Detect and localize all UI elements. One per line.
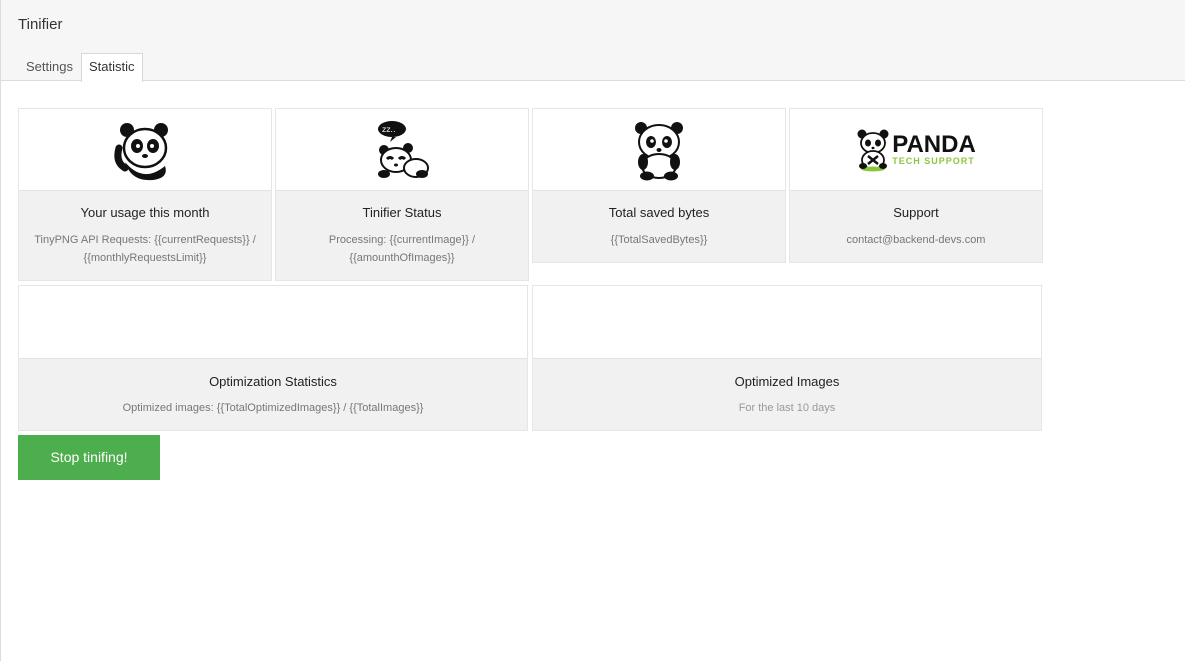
panda-tech-support-logo: PANDA TECH SUPPORT xyxy=(856,128,976,172)
optimized-images-title: Optimized Images xyxy=(734,374,840,389)
tab-bar: Settings Statistic xyxy=(18,53,143,82)
panda-logo-icon xyxy=(857,129,889,171)
usage-text: TinyPNG API Requests: {{currentRequests}… xyxy=(34,234,256,264)
page-header: Tinifier Settings Statistic xyxy=(1,0,1185,82)
support-card: PANDA TECH SUPPORT Support contact@backe… xyxy=(789,108,1043,263)
sitting-panda-icon xyxy=(635,121,683,180)
optimization-chart-area xyxy=(19,286,527,359)
support-email[interactable]: contact@backend-devs.com xyxy=(798,231,1034,249)
stop-tinifing-button[interactable]: Stop tinifing! xyxy=(18,435,160,480)
saved-title: Total saved bytes xyxy=(608,205,710,220)
status-card: zz.. Tinifier Status Processing: {{curre… xyxy=(275,108,529,281)
saved-image-area xyxy=(533,109,785,191)
optimized-images-chart-area xyxy=(533,286,1041,359)
page-title: Tinifier xyxy=(18,16,63,33)
support-image-area: PANDA TECH SUPPORT xyxy=(790,109,1042,191)
tab-statistic[interactable]: Statistic xyxy=(80,53,143,82)
status-title: Tinifier Status xyxy=(362,205,442,220)
usage-card: Your usage this month TinyPNG API Reques… xyxy=(18,108,272,281)
waving-panda-icon xyxy=(114,122,168,180)
support-title: Support xyxy=(893,205,939,220)
svg-text:zz..: zz.. xyxy=(382,125,395,134)
status-text: Processing: {{currentImage}} / {{amounth… xyxy=(328,234,476,264)
saved-bytes-card: Total saved bytes {{TotalSavedBytes}} xyxy=(532,108,786,263)
optimization-text: Optimized images: {{TotalOptimizedImages… xyxy=(122,402,424,414)
usage-image-area xyxy=(19,109,271,191)
optimized-images-text: For the last 10 days xyxy=(738,402,836,414)
status-image-area: zz.. xyxy=(276,109,528,191)
saved-text: {{TotalSavedBytes}} xyxy=(610,234,708,246)
tab-settings[interactable]: Settings xyxy=(18,53,81,81)
optimization-stats-card: Optimization Statistics Optimized images… xyxy=(18,285,528,431)
logo-subtitle: TECH SUPPORT xyxy=(892,155,975,166)
usage-title: Your usage this month xyxy=(80,205,210,220)
optimization-title: Optimization Statistics xyxy=(209,374,337,389)
optimized-images-card: Optimized Images For the last 10 days xyxy=(532,285,1042,431)
sleeping-panda-icon: zz.. xyxy=(378,120,429,178)
logo-title: PANDA xyxy=(892,130,976,158)
